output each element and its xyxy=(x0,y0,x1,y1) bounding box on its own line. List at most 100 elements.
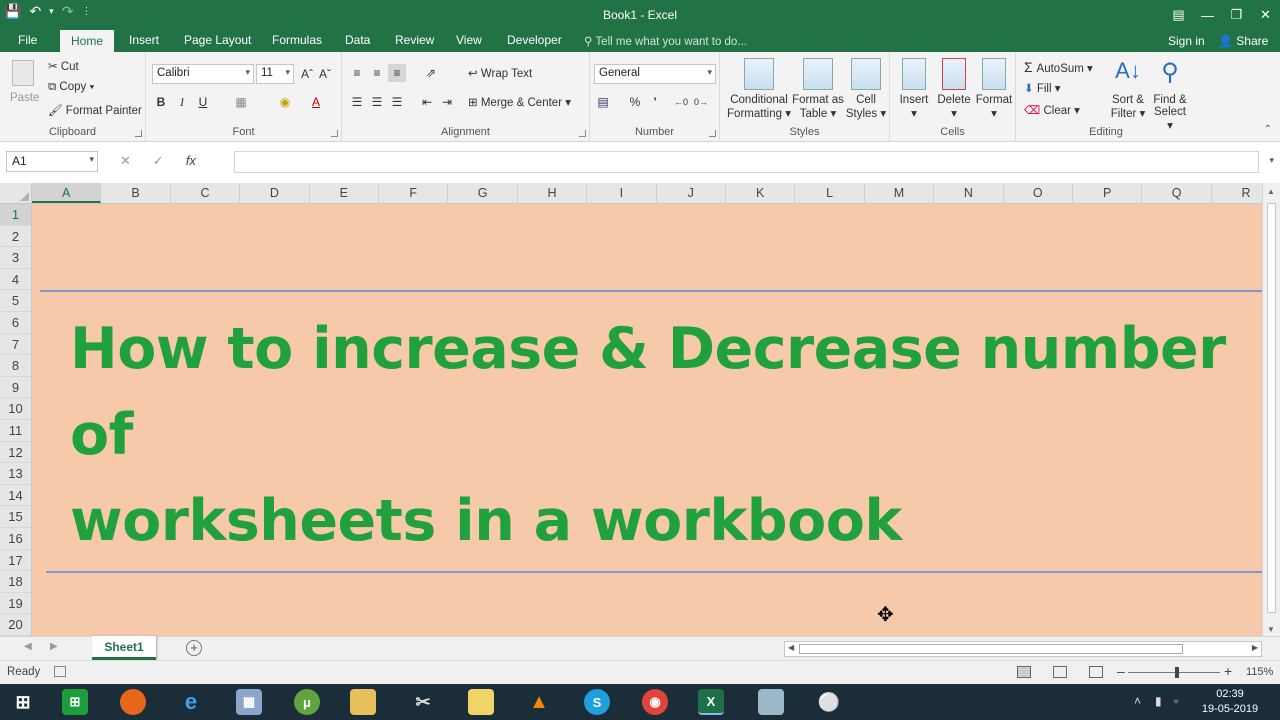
column-header[interactable]: J xyxy=(657,183,726,203)
tab-insert[interactable]: Insert xyxy=(129,33,159,47)
scroll-left-icon[interactable]: ◀ xyxy=(788,643,794,652)
column-header[interactable]: I xyxy=(587,183,657,203)
accounting-format-icon[interactable]: ▤ xyxy=(594,93,612,111)
page-layout-view-icon[interactable] xyxy=(1053,666,1067,678)
restore-icon[interactable]: ❐ xyxy=(1222,0,1251,30)
zoom-slider-knob[interactable] xyxy=(1175,667,1179,678)
excel-taskbar-icon[interactable]: X xyxy=(698,689,724,715)
row-header[interactable]: 11 xyxy=(0,420,31,442)
fill-color-icon[interactable]: ◉ xyxy=(276,93,294,111)
column-header[interactable]: A xyxy=(32,183,102,203)
ribbon-display-options-icon[interactable]: ▤ xyxy=(1164,0,1193,30)
column-header[interactable]: C xyxy=(171,183,241,203)
row-header[interactable]: 10 xyxy=(0,398,31,420)
tab-view[interactable]: View xyxy=(456,33,482,47)
tab-home[interactable]: Home xyxy=(60,30,115,52)
row-header[interactable]: 15 xyxy=(0,506,31,528)
prev-sheet-icon[interactable]: ◀ xyxy=(24,641,32,652)
number-format-combo[interactable]: General xyxy=(594,64,716,84)
scroll-up-icon[interactable]: ▲ xyxy=(1267,187,1275,196)
delete-cells-button[interactable]: Delete ▾ xyxy=(934,58,974,120)
increase-indent-icon[interactable]: ⇥ xyxy=(438,93,456,111)
column-header[interactable]: E xyxy=(310,183,379,203)
enter-icon[interactable]: ✓ xyxy=(153,153,164,169)
italic-button[interactable]: I xyxy=(173,93,191,111)
paste-label[interactable]: Paste xyxy=(10,92,39,104)
cancel-icon[interactable]: ✕ xyxy=(120,153,131,169)
merge-center-button[interactable]: ⊞ Merge & Center ▾ xyxy=(468,95,571,109)
column-header[interactable]: P xyxy=(1073,183,1143,203)
orientation-icon[interactable]: ⇗ xyxy=(422,64,440,82)
tell-me-box[interactable]: ⚲ Tell me what you want to do... xyxy=(584,34,747,48)
windows-start-icon[interactable]: ⊞ xyxy=(10,689,36,715)
wrap-text-button[interactable]: ↩ Wrap Text xyxy=(468,66,532,80)
row-header[interactable]: 2 xyxy=(0,226,31,248)
increase-decimal-icon[interactable]: ←0 xyxy=(672,93,690,111)
column-header[interactable]: L xyxy=(795,183,865,203)
file-explorer-icon[interactable] xyxy=(350,689,376,715)
column-header[interactable]: K xyxy=(726,183,796,203)
clipboard-launcher-icon[interactable] xyxy=(135,130,142,137)
font-launcher-icon[interactable] xyxy=(331,130,338,137)
new-sheet-icon[interactable]: + xyxy=(186,640,202,656)
select-all-corner[interactable] xyxy=(0,183,32,203)
row-header[interactable]: 14 xyxy=(0,485,31,507)
font-name-combo[interactable]: Calibri xyxy=(152,64,254,84)
zoom-out-icon[interactable]: – xyxy=(1117,663,1125,679)
notepad-icon[interactable] xyxy=(758,689,784,715)
increase-font-icon[interactable]: Aˆ xyxy=(298,65,316,83)
row-header[interactable]: 7 xyxy=(0,334,31,356)
sort-filter-button[interactable]: A↓ Sort & Filter ▾ xyxy=(1108,58,1148,120)
chrome-icon[interactable]: ◉ xyxy=(642,689,668,715)
zoom-in-icon[interactable]: + xyxy=(1224,663,1232,679)
align-right-icon[interactable]: ☰ xyxy=(388,93,406,111)
taskbar-clock[interactable]: 02:39 19-05-2019 xyxy=(1190,687,1270,717)
formula-input[interactable] xyxy=(234,151,1259,173)
scroll-right-icon[interactable]: ▶ xyxy=(1252,643,1258,652)
tab-developer[interactable]: Developer xyxy=(507,33,562,47)
column-header[interactable]: F xyxy=(379,183,449,203)
row-header[interactable]: 1 xyxy=(0,204,31,226)
font-color-icon[interactable]: A xyxy=(307,93,325,111)
utorrent-icon[interactable]: μ xyxy=(294,689,320,715)
zoom-slider[interactable] xyxy=(1128,672,1220,673)
app-icon-pill[interactable]: ⚪ xyxy=(816,689,842,715)
snipping-tool-icon[interactable]: ✂ xyxy=(410,689,436,715)
insert-function-button[interactable]: fx xyxy=(186,153,196,169)
vertical-scroll-thumb[interactable] xyxy=(1267,203,1276,613)
number-launcher-icon[interactable] xyxy=(709,130,716,137)
vlc-icon[interactable]: ▲ xyxy=(526,689,552,715)
row-header[interactable]: 20 xyxy=(0,614,31,636)
sign-in-link[interactable]: Sign in xyxy=(1168,34,1205,48)
normal-view-icon[interactable] xyxy=(1017,666,1031,678)
skype-icon[interactable]: S xyxy=(584,689,610,715)
alignment-launcher-icon[interactable] xyxy=(579,130,586,137)
tab-formulas[interactable]: Formulas xyxy=(272,33,322,47)
column-header[interactable]: N xyxy=(934,183,1004,203)
next-sheet-icon[interactable]: ▶ xyxy=(50,641,58,652)
insert-cells-button[interactable]: Insert ▾ xyxy=(894,58,934,120)
column-header[interactable]: G xyxy=(448,183,518,203)
column-header[interactable]: B xyxy=(101,183,171,203)
tab-file[interactable]: File xyxy=(18,33,37,47)
column-header[interactable]: D xyxy=(240,183,310,203)
share-button[interactable]: 👤 Share xyxy=(1218,34,1268,48)
calculator-icon[interactable]: ▦ xyxy=(236,689,262,715)
row-header[interactable]: 17 xyxy=(0,550,31,572)
row-header[interactable]: 4 xyxy=(0,269,31,291)
horizontal-scrollbar[interactable]: ◀ ▶ xyxy=(784,641,1262,657)
sheet-tab-sheet1[interactable]: Sheet1 xyxy=(92,636,156,660)
collapse-ribbon-icon[interactable]: ⌃ xyxy=(1264,124,1272,135)
app-icon-green[interactable]: ⊞ xyxy=(62,689,88,715)
underline-button[interactable]: U xyxy=(194,93,212,111)
align-bottom-icon[interactable]: ≡ xyxy=(388,64,406,82)
decrease-decimal-icon[interactable]: 0→ xyxy=(692,93,710,111)
copy-button[interactable]: ⧉ Copy ▾ xyxy=(48,81,94,94)
firefox-icon[interactable] xyxy=(120,689,146,715)
format-painter-button[interactable]: 🖌 Format Painter xyxy=(48,103,142,117)
tray-expand-icon[interactable]: ˄ xyxy=(1134,694,1141,708)
row-header[interactable]: 16 xyxy=(0,528,31,550)
fill-button[interactable]: ⬇ Fill ▾ xyxy=(1024,81,1061,95)
row-header[interactable]: 8 xyxy=(0,355,31,377)
minimize-icon[interactable]: — xyxy=(1193,0,1222,30)
